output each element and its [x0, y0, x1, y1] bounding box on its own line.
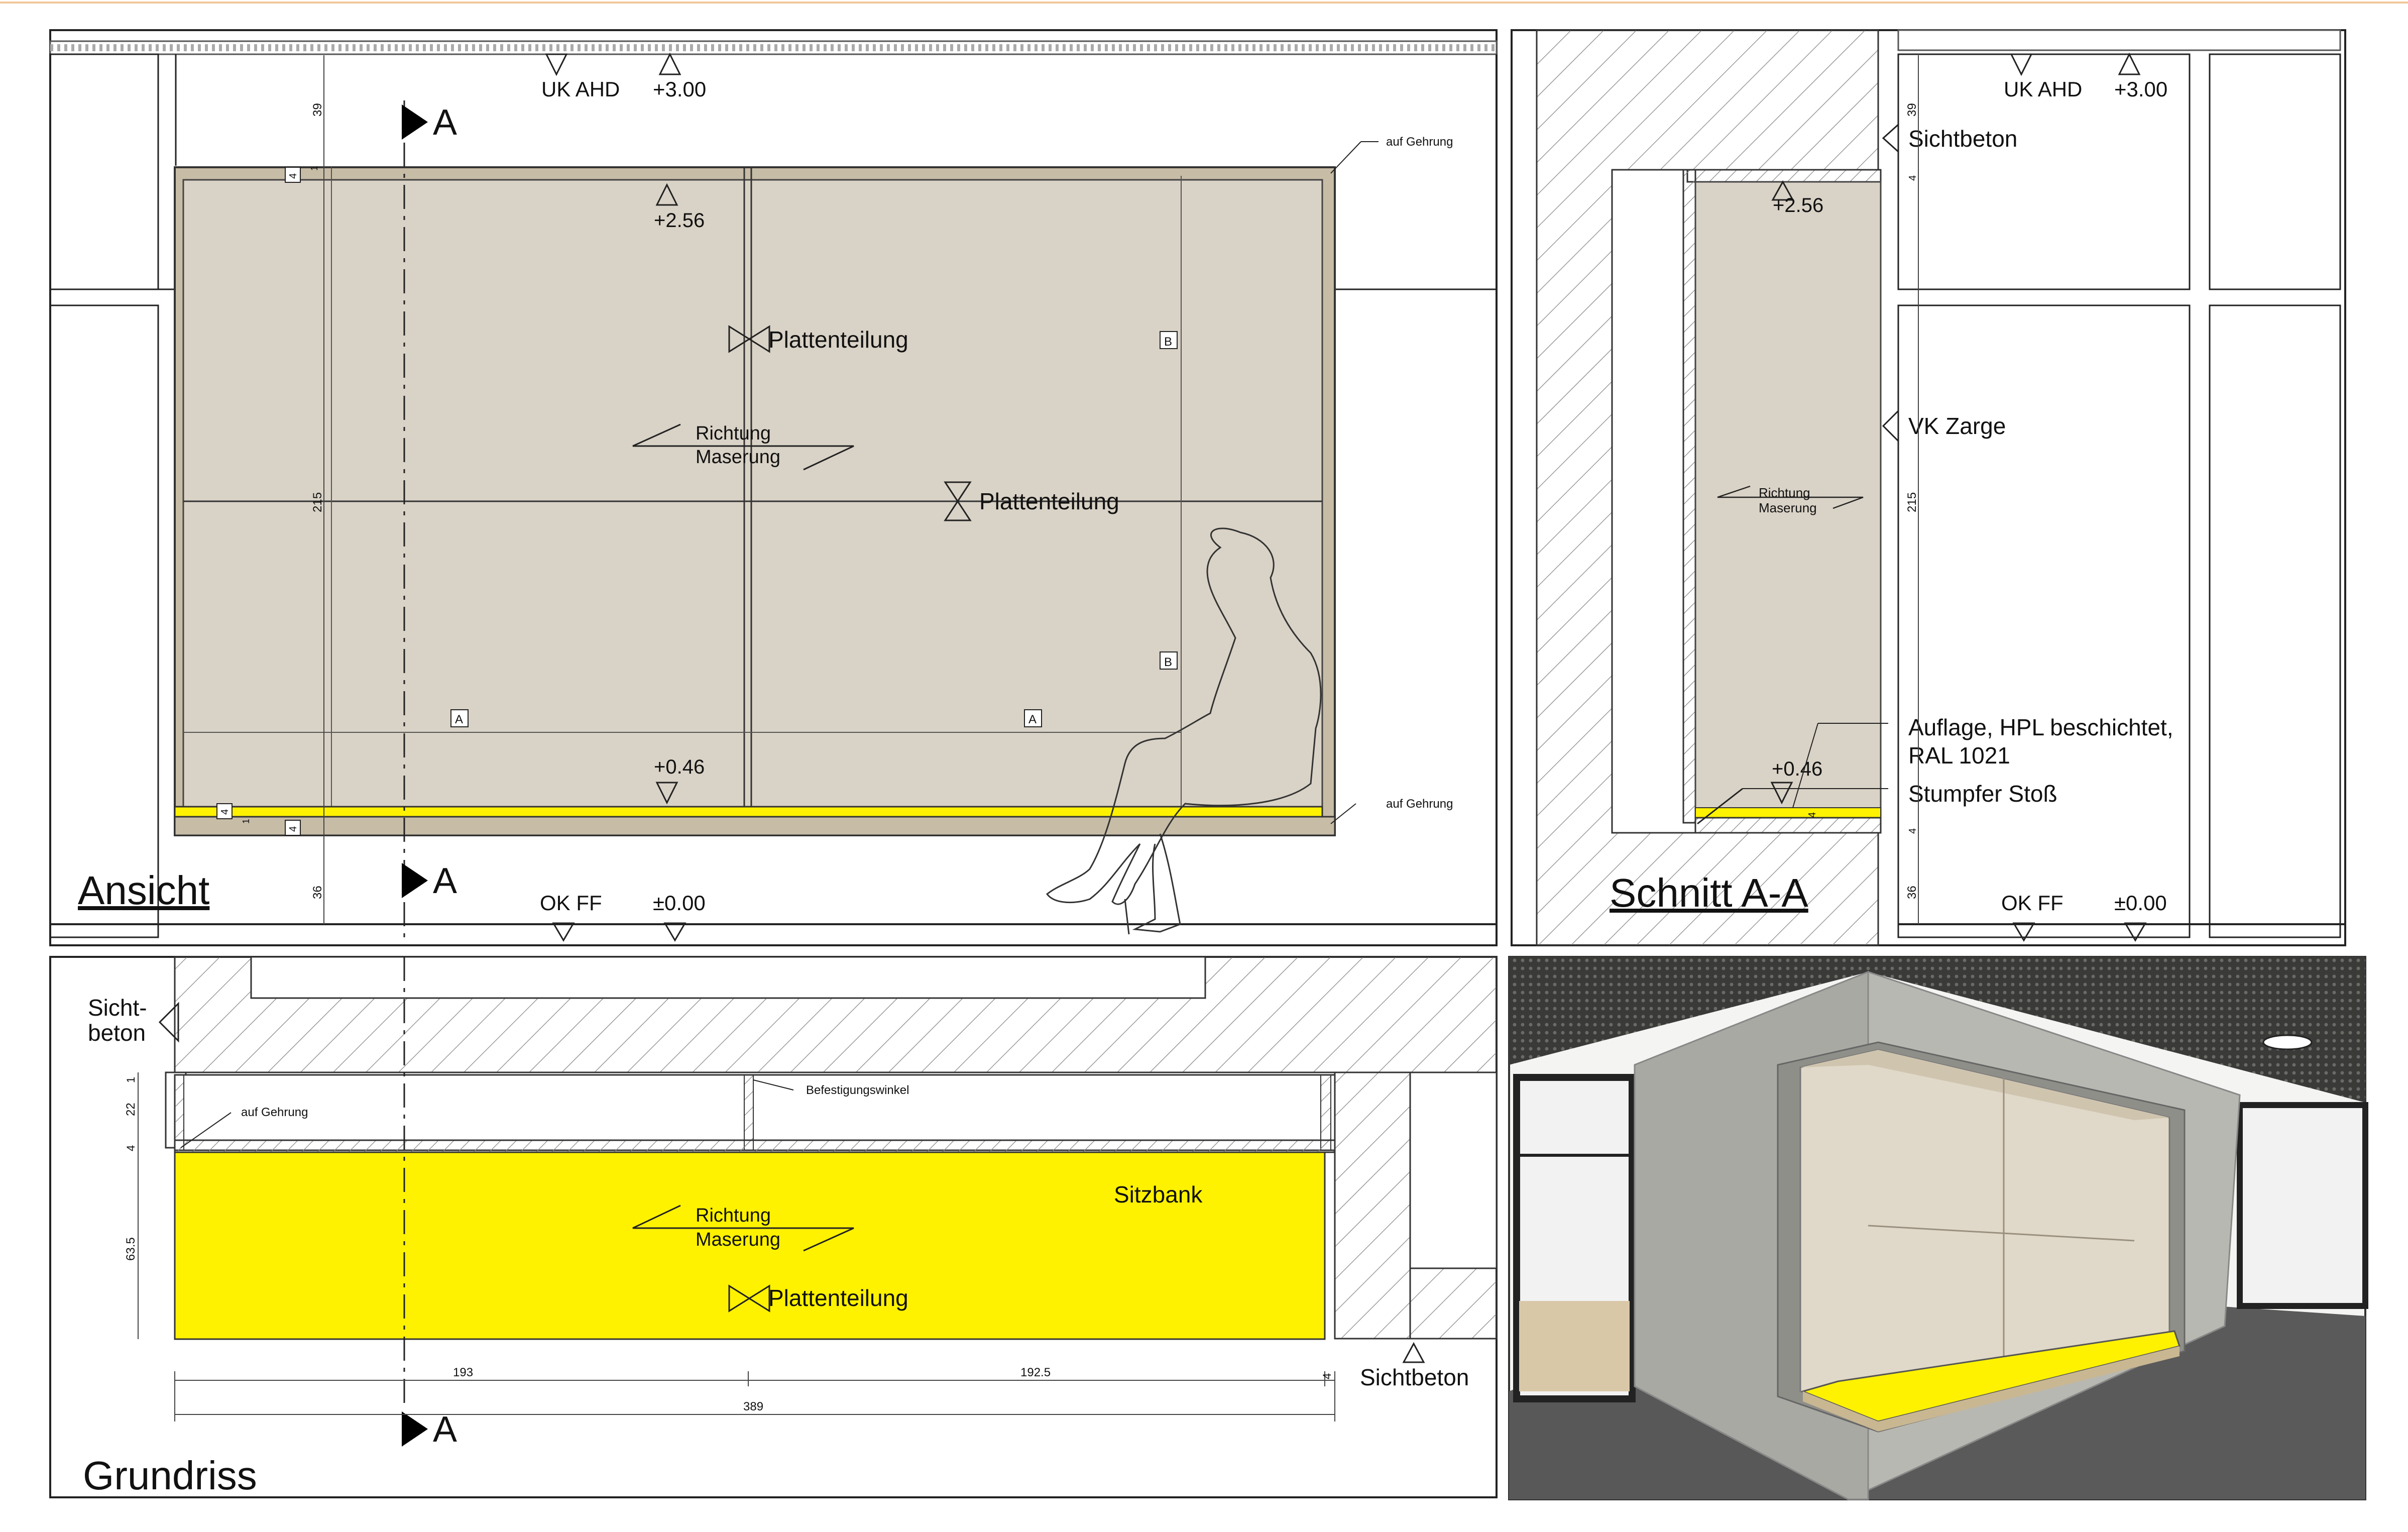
plan-label-plattenteilung: Plattenteilung: [768, 1285, 908, 1311]
schnitt-dim-36: 36: [1905, 886, 1919, 899]
schnitt-dim-4-bottom: 4: [1907, 828, 1918, 834]
schnitt-level-plus256: +2.56: [1773, 194, 1823, 216]
plan-section-marker: [402, 1411, 428, 1447]
render-view: [1508, 956, 2368, 1500]
grid-b-bottom: B: [1164, 655, 1172, 669]
plan-label-befestigungswinkel: Befestigungswinkel: [806, 1083, 909, 1097]
label-richtung: Richtung: [696, 423, 771, 444]
plan-dim-1925: 192.5: [1020, 1366, 1051, 1379]
title-schnitt: Schnitt A-A: [1610, 870, 1808, 915]
dim-1-seat: 1: [241, 819, 251, 824]
dim-36: 36: [311, 886, 324, 899]
level-uk-ahd: UK AHD: [541, 77, 620, 101]
level-plus256: +2.56: [654, 209, 705, 232]
title-ansicht: Ansicht: [78, 868, 209, 913]
grid-a-right: A: [1028, 713, 1037, 726]
seat-strip: [174, 806, 1323, 818]
plan-label-maserung: Maserung: [696, 1229, 780, 1250]
label-maserung: Maserung: [696, 447, 780, 468]
dim-4-top: 4: [288, 173, 299, 179]
plan-dim-635: 63.5: [124, 1237, 138, 1261]
grundriss-view: A Sicht- beton auf Gehrung Befestigungsw…: [83, 956, 1498, 1498]
level-ok-ff: OK FF: [540, 891, 602, 915]
schnitt-dim-215: 215: [1905, 492, 1919, 512]
section-marker-bottom-label: A: [433, 861, 457, 901]
schnitt-dim-39: 39: [1905, 103, 1919, 117]
schnitt-label-auflage-2: RAL 1021: [1908, 742, 2010, 769]
level-plus300: +3.00: [653, 77, 706, 101]
schnitt-label-stumpfer-stoss: Stumpfer Stoß: [1908, 781, 2057, 807]
ansicht-view: A A UK AHD +3.00 +2.56 +0.46 OK FF ±0.00…: [49, 40, 1498, 944]
plan-dim-193: 193: [453, 1366, 473, 1379]
schnitt-level-pm000: ±0.00: [2114, 891, 2167, 915]
schnitt-level-plus300: +3.00: [2114, 77, 2167, 101]
render-ceiling-light: [2262, 1034, 2313, 1050]
wood-panel: [182, 179, 1323, 808]
schnitt-label-vk-zarge: VK Zarge: [1908, 413, 2006, 439]
dim-4-seat: 4: [219, 809, 231, 815]
drawing-canvas: A A UK AHD +3.00 +2.56 +0.46 OK FF ±0.00…: [0, 2, 2408, 1500]
plan-label-richtung: Richtung: [696, 1205, 771, 1226]
plan-dim-1: 1: [125, 1077, 137, 1083]
plan-label-sitzbank: Sitzbank: [1114, 1181, 1203, 1208]
grid-b-top: B: [1164, 335, 1172, 349]
label-auf-gehrung-top: auf Gehrung: [1386, 135, 1453, 149]
plan-label-sichtbeton: Sichtbeton: [1360, 1364, 1469, 1390]
schnitt-dim-4-top: 4: [1907, 175, 1918, 181]
dim-215: 215: [311, 492, 324, 512]
schnitt-label-richtung: Richtung: [1759, 485, 1810, 500]
plan-label-sicht: Sicht-: [88, 995, 147, 1021]
plan-label-auf-gehrung: auf Gehrung: [241, 1106, 308, 1119]
dim-39: 39: [311, 103, 324, 117]
level-plus046: +0.46: [654, 756, 705, 778]
plan-dim-22: 22: [124, 1103, 138, 1116]
schnitt-label-sichtbeton: Sichtbeton: [1908, 126, 2017, 152]
label-plattenteilung-1: Plattenteilung: [768, 326, 908, 353]
level-pm000: ±0.00: [653, 891, 706, 915]
schnitt-level-uk-ahd: UK AHD: [2004, 77, 2082, 101]
section-marker-bottom: [402, 863, 428, 898]
label-auf-gehrung-bottom: auf Gehrung: [1386, 797, 1453, 811]
schnitt-level-ok-ff: OK FF: [2001, 891, 2063, 915]
plan-dim-4-horiz: 4: [1321, 1373, 1333, 1379]
section-marker-top-label: A: [433, 102, 457, 143]
grid-a-left: A: [455, 713, 463, 726]
section-marker-top: [402, 104, 428, 140]
title-grundriss: Grundriss: [83, 1453, 257, 1498]
schnitt-label-auflage-1: Auflage, HPL beschichtet,: [1908, 714, 2173, 740]
render-window-right: [2237, 1102, 2368, 1309]
dim-4-bottom: 4: [288, 826, 299, 832]
drawing-sheet: A A UK AHD +3.00 +2.56 +0.46 OK FF ±0.00…: [0, 0, 2408, 1529]
schnitt-view: UK AHD +3.00 +2.56 +0.46 OK FF ±0.00 Sic…: [1536, 29, 2345, 946]
plan-label-beton: beton: [88, 1020, 146, 1046]
schnitt-dim-4-seat: 4: [1807, 812, 1818, 818]
plan-dim-4-vert: 4: [125, 1145, 137, 1151]
schnitt-label-maserung: Maserung: [1759, 500, 1817, 515]
dim-1-top: 1: [309, 166, 319, 171]
plan-section-marker-label: A: [433, 1409, 457, 1450]
plan-dim-389: 389: [743, 1400, 763, 1413]
label-plattenteilung-2: Plattenteilung: [979, 488, 1119, 514]
schnitt-level-plus046: +0.46: [1772, 758, 1822, 780]
